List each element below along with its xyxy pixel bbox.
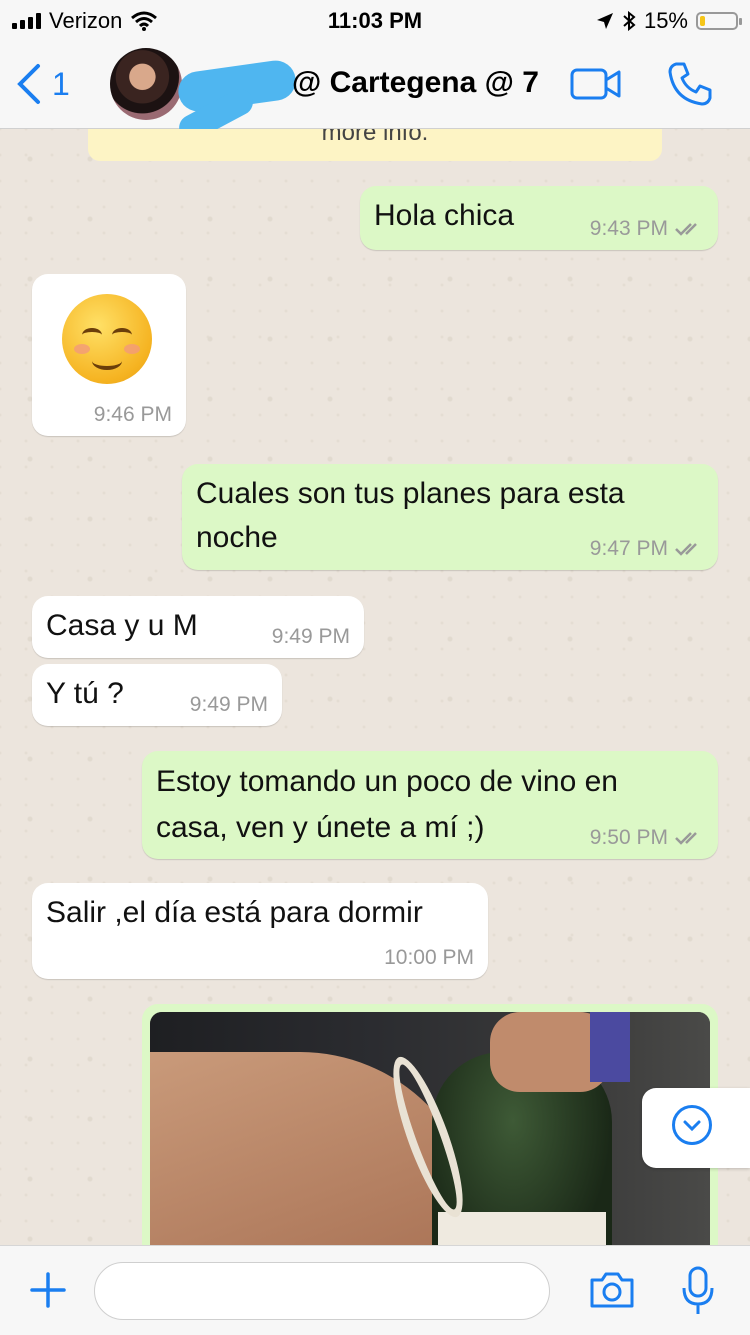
message-bubble-outgoing[interactable]: Hola chica 9:43 PM (360, 186, 718, 250)
message-text: Hola chica (374, 199, 515, 232)
phone-call-icon[interactable] (666, 60, 714, 108)
message-meta: 9:47 PM (590, 536, 704, 562)
chevron-down-icon (672, 1105, 712, 1145)
scroll-to-bottom-button[interactable] (642, 1088, 750, 1168)
message-text-line: Cuales son tus planes para esta (196, 477, 625, 510)
message-bubble-incoming[interactable]: Casa y u M 9:49 PM (32, 596, 364, 658)
back-button[interactable]: 1 (14, 62, 70, 106)
message-time: 9:49 PM (271, 625, 350, 648)
message-bubble-incoming[interactable]: Salir ,el día está para dormir 10:00 PM (32, 883, 488, 979)
photo-image[interactable] (150, 1012, 710, 1245)
encryption-notice[interactable]: more info. (88, 129, 662, 161)
avatar[interactable] (110, 48, 182, 120)
message-text: Estoy tomando un poco de vino en casa, v… (156, 759, 618, 851)
message-time: 9:47 PM (589, 537, 668, 560)
message-time: 9:49 PM (189, 693, 268, 716)
message-text: Salir ,el día está para dormir (46, 896, 423, 929)
chat-area[interactable]: more info. Hola chica 9:43 PM 9:46 PM Cu… (0, 129, 750, 1245)
double-check-icon (675, 223, 697, 236)
message-text-line: Estoy tomando un poco de vino en (156, 765, 618, 798)
chat-header: 1 @ Cartegena @ 7 (0, 40, 750, 146)
message-time: 9:46 PM (93, 403, 172, 426)
status-right: 15% (596, 8, 742, 34)
message-text: Casa y u M (46, 609, 198, 642)
microphone-icon[interactable] (680, 1266, 716, 1316)
message-text-line: noche (196, 521, 278, 554)
message-bubble-incoming[interactable]: 9:46 PM (32, 274, 186, 436)
message-time: 9:50 PM (589, 826, 668, 849)
message-input[interactable] (94, 1262, 550, 1320)
message-time: 10:00 PM (384, 946, 474, 969)
input-bar (0, 1245, 750, 1335)
notice-text: more info. (321, 129, 429, 146)
bluetooth-icon (623, 11, 636, 31)
smiling-face-icon (62, 294, 152, 384)
chat-title[interactable]: @ Cartegena @ 7 (292, 66, 539, 100)
message-meta: 9:50 PM (590, 825, 704, 851)
video-call-icon[interactable] (570, 68, 622, 100)
message-meta: 9:43 PM (590, 216, 704, 242)
chevron-left-icon (17, 64, 40, 104)
message-bubble-outgoing[interactable]: Estoy tomando un poco de vino en casa, v… (142, 751, 718, 859)
status-bar: Verizon 11:03 PM 15% (0, 0, 750, 40)
double-check-icon (675, 832, 697, 845)
location-arrow-icon (596, 13, 613, 29)
message-text: Cuales son tus planes para esta noche (196, 472, 625, 560)
message-time: 9:43 PM (589, 217, 668, 240)
message-text: Y tú ? (46, 677, 124, 710)
message-bubble-outgoing[interactable]: Cuales son tus planes para esta noche 9:… (182, 464, 718, 570)
plus-icon[interactable] (28, 1270, 68, 1310)
battery-percent: 15% (643, 8, 688, 33)
unread-count: 1 (52, 65, 70, 102)
message-text-line: casa, ven y únete a mí ;) (156, 811, 485, 844)
double-check-icon (675, 543, 697, 556)
message-bubble-incoming[interactable]: Y tú ? 9:49 PM (32, 664, 282, 726)
message-bubble-photo[interactable] (142, 1004, 718, 1245)
battery-icon (696, 12, 742, 30)
camera-icon[interactable] (588, 1270, 636, 1310)
